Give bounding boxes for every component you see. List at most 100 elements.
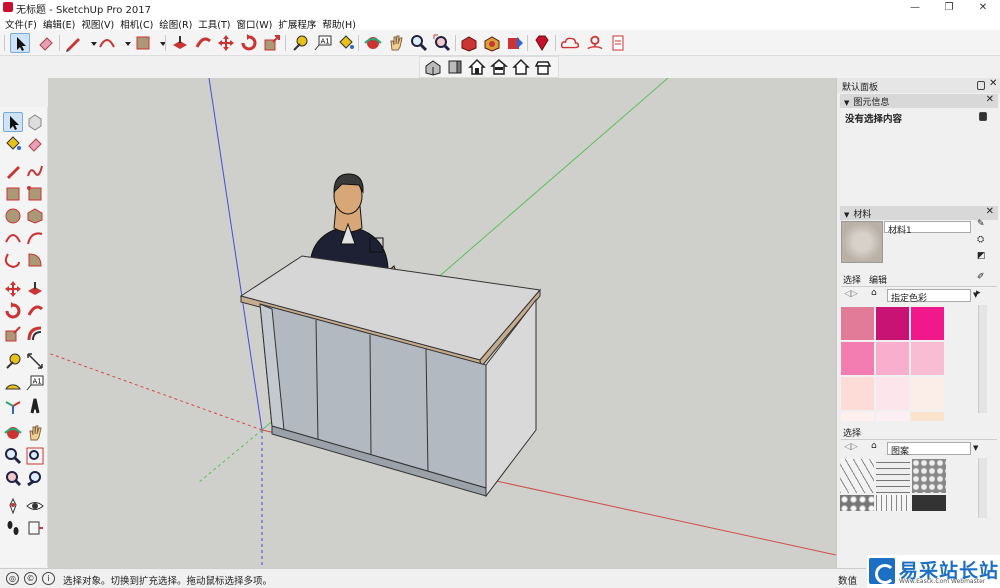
materials-header[interactable]: ▼ 材料 ✕ xyxy=(840,206,998,220)
tape-measure-tool-button[interactable] xyxy=(290,33,310,53)
material-name-field[interactable]: 材料1 xyxy=(884,221,971,236)
left-circle-tool[interactable] xyxy=(3,206,23,226)
eraser-tool-button[interactable] xyxy=(36,33,56,53)
left-view-button[interactable] xyxy=(533,57,553,77)
left-line-tool[interactable] xyxy=(3,161,23,181)
left-paint-tool[interactable] xyxy=(3,134,23,154)
select-tool-button[interactable] xyxy=(10,33,30,53)
color-swatch[interactable] xyxy=(911,342,944,375)
extension-location-button[interactable] xyxy=(584,33,606,53)
left-eraser-tool[interactable] xyxy=(25,134,45,154)
color-swatch[interactable] xyxy=(876,377,909,410)
left-walk-tool[interactable] xyxy=(3,518,23,538)
left-zoom-tool[interactable] xyxy=(3,446,23,466)
color-swatch[interactable] xyxy=(841,342,874,375)
left-tape-tool[interactable] xyxy=(3,351,23,371)
paint-bucket-tool-button[interactable] xyxy=(336,33,356,53)
chevron-down-icon[interactable]: ▼ xyxy=(973,444,978,452)
top-view-button[interactable] xyxy=(445,57,465,77)
left-pie-tool[interactable] xyxy=(25,250,45,270)
credits-icon[interactable]: © xyxy=(24,572,37,585)
left-select-tool[interactable] xyxy=(3,112,23,132)
pan-tool-button[interactable] xyxy=(386,33,406,53)
left-push-pull-tool[interactable] xyxy=(25,279,45,299)
left-offset-tool[interactable] xyxy=(25,324,45,344)
orbit-tool-button[interactable] xyxy=(363,33,383,53)
details-arrow-icon[interactable]: ▸ xyxy=(976,288,981,298)
left-polygon-tool[interactable] xyxy=(25,206,45,226)
sample-paint-icon[interactable]: ⛭ xyxy=(977,235,984,245)
left-3d-text-tool[interactable] xyxy=(25,396,45,416)
menu-file[interactable]: 文件(F) xyxy=(3,15,41,31)
follow-me-tool-button[interactable] xyxy=(193,33,213,53)
create-material-icon[interactable]: ✎ xyxy=(977,219,985,229)
color-swatch[interactable] xyxy=(876,342,909,375)
left-pan-tool[interactable] xyxy=(25,423,45,443)
color-swatch[interactable] xyxy=(876,307,909,340)
right-view-button[interactable] xyxy=(489,57,509,77)
menu-camera[interactable]: 相机(C) xyxy=(118,15,157,31)
iso-view-button[interactable] xyxy=(423,57,443,77)
left-orbit-tool[interactable] xyxy=(3,423,23,443)
default-material-icon[interactable]: ◩ xyxy=(977,251,986,261)
extension-report-button[interactable] xyxy=(608,33,628,53)
share-component-button[interactable] xyxy=(505,33,525,53)
left-axes-tool[interactable] xyxy=(3,396,23,416)
move-tool-button[interactable] xyxy=(216,33,236,53)
menu-draw[interactable]: 绘图(R) xyxy=(157,15,196,31)
left-text-tool[interactable]: A1 xyxy=(25,373,45,393)
maximize-button[interactable]: ❐ xyxy=(932,0,966,15)
left-arc-tool[interactable] xyxy=(3,228,23,248)
panel-close-icon[interactable]: ✕ xyxy=(986,206,994,217)
swatches-scrollbar[interactable] xyxy=(978,305,987,413)
pattern-swatch[interactable] xyxy=(840,495,874,511)
back-arrow-icon[interactable]: ◁▷ xyxy=(844,289,858,299)
color-swatch[interactable] xyxy=(841,307,874,340)
panel-close-icon[interactable]: ✕ xyxy=(986,94,994,105)
color-swatch[interactable] xyxy=(841,377,874,410)
zoom-tool-button[interactable] xyxy=(409,33,429,53)
color-swatch[interactable] xyxy=(911,412,944,421)
left-look-around-tool[interactable] xyxy=(25,496,45,516)
warehouse-button[interactable] xyxy=(459,33,479,53)
color-swatch[interactable] xyxy=(841,412,874,421)
entity-info-header[interactable]: ▼ 图元信息 ✕ xyxy=(840,94,998,108)
share-model-button[interactable] xyxy=(482,33,502,53)
left-move-tool[interactable] xyxy=(3,279,23,299)
pattern-swatch[interactable] xyxy=(912,495,946,511)
left-follow-me-tool[interactable] xyxy=(25,301,45,321)
back-view-button[interactable] xyxy=(511,57,531,77)
materials-tab-select[interactable]: 选择 xyxy=(843,273,861,286)
back-arrow-icon[interactable]: ◁▷ xyxy=(844,442,858,452)
left-previous-view-tool[interactable] xyxy=(25,468,45,488)
pattern-swatch[interactable] xyxy=(840,459,874,493)
line-tool-button[interactable] xyxy=(63,33,83,53)
pin-icon[interactable] xyxy=(977,81,985,90)
menu-view[interactable]: 视图(V) xyxy=(79,15,118,31)
left-rotated-rect-tool[interactable] xyxy=(25,184,45,204)
extension-warehouse-button[interactable] xyxy=(532,33,552,53)
menu-help[interactable]: 帮助(H) xyxy=(320,15,360,31)
front-view-button[interactable] xyxy=(467,57,487,77)
left-zoom-extents-tool[interactable] xyxy=(3,468,23,488)
left-zoom-window-tool[interactable] xyxy=(25,446,45,466)
pattern-swatch[interactable] xyxy=(912,459,946,493)
arc-dropdown-button[interactable] xyxy=(118,33,131,53)
drawing-viewport[interactable] xyxy=(48,78,836,568)
material-collection-select[interactable]: 指定色彩 xyxy=(887,289,971,304)
home-icon[interactable]: ⌂ xyxy=(871,288,877,298)
close-window-button[interactable]: ✕ xyxy=(966,0,1000,15)
scale-tool-button[interactable] xyxy=(262,33,282,53)
left-component-tool[interactable] xyxy=(25,112,45,132)
color-swatch[interactable] xyxy=(911,307,944,340)
left-3pt-arc-tool[interactable] xyxy=(3,250,23,270)
left-position-camera-tool[interactable] xyxy=(3,496,23,516)
line-dropdown-button[interactable] xyxy=(84,33,97,53)
push-pull-tool-button[interactable] xyxy=(170,33,190,53)
home-icon[interactable]: ⌂ xyxy=(871,441,877,451)
pattern-swatch[interactable] xyxy=(876,495,910,511)
color-swatch[interactable] xyxy=(911,377,944,410)
text-tool-button[interactable]: A1 xyxy=(313,33,333,53)
left-freehand-tool[interactable] xyxy=(25,161,45,181)
extension-cloud-button[interactable] xyxy=(560,33,582,53)
